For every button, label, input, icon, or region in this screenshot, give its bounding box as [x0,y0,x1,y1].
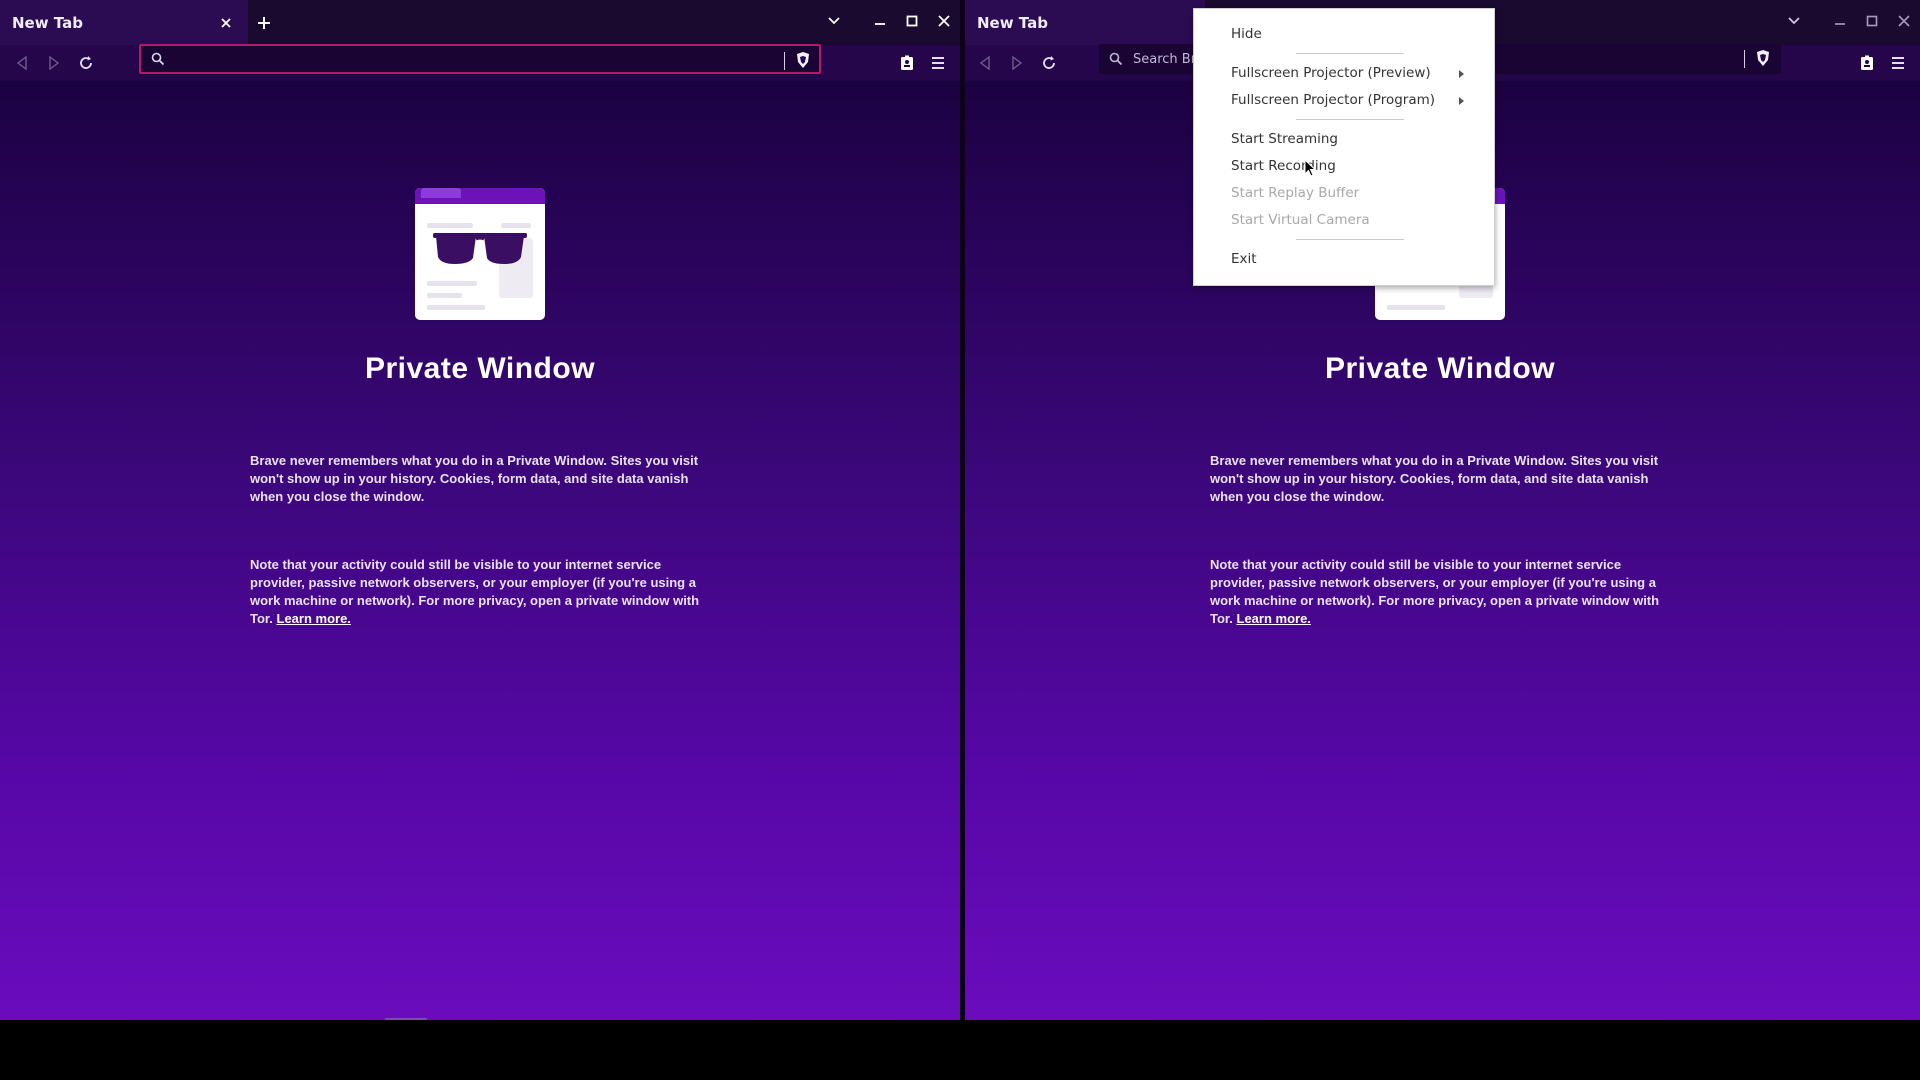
menu-item-projector-program[interactable]: Fullscreen Projector (Program) [1231,89,1435,111]
tab-new-tab[interactable]: New Tab [0,0,248,45]
close-window-icon[interactable] [932,8,956,34]
submenu-arrow-icon [1459,97,1464,105]
mouse-cursor-icon [1304,158,1317,181]
page-title: Private Window [364,352,596,385]
tab-title: New Tab [12,13,83,32]
tab-bar: New Tab [0,0,960,45]
menu-separator [1296,239,1404,240]
bottom-bar [0,1020,1920,1080]
maximize-icon[interactable] [900,8,924,34]
learn-more-link[interactable]: Learn more. [1237,611,1311,626]
menu-separator [1296,53,1404,54]
close-window-icon[interactable] [1892,8,1916,34]
learn-more-link[interactable]: Learn more. [277,611,351,626]
brave-shield-icon[interactable] [1755,49,1773,67]
privacy-paragraph: Brave never remembers what you do in a P… [1210,453,1659,504]
menu-item-start-streaming[interactable]: Start Streaming [1231,128,1338,150]
menu-icon[interactable] [1886,51,1910,75]
menu-separator [1296,119,1404,120]
wallet-icon[interactable] [895,51,919,75]
address-bar[interactable] [139,44,821,74]
menu-item-hide[interactable]: Hide [1231,23,1262,45]
close-icon[interactable] [216,13,236,33]
reload-icon[interactable] [74,51,98,75]
chevron-down-icon[interactable] [1782,8,1806,34]
plus-icon[interactable] [252,11,276,35]
reload-icon[interactable] [1037,51,1061,75]
menu-icon[interactable] [926,51,950,75]
menu-item-exit[interactable]: Exit [1231,248,1257,270]
tab-title: New Tab [977,13,1048,32]
menu-item-start-recording[interactable]: Start Recording [1231,155,1336,177]
maximize-icon[interactable] [1860,8,1884,34]
privacy-note-paragraph: Note that your activity could still be v… [250,556,710,628]
chevron-down-icon[interactable] [822,8,846,34]
incognito-glasses-icon [433,233,527,271]
page-title: Private Window [1324,352,1556,385]
browser-window-left: New Tab Private Window Brave never remem… [0,0,960,1020]
divider [1744,50,1745,68]
window-controls [822,8,956,34]
window-controls [1782,8,1916,34]
minimize-icon[interactable] [1828,8,1852,34]
forward-icon[interactable] [1005,51,1029,75]
privacy-paragraph: Brave never remembers what you do in a P… [250,453,699,504]
submenu-arrow-icon [1459,70,1464,78]
minimize-icon[interactable] [868,8,892,34]
menu-item-projector-preview[interactable]: Fullscreen Projector (Preview) [1231,62,1431,84]
privacy-note-paragraph: Note that your activity could still be v… [1210,556,1670,628]
private-window-illustration [415,188,545,320]
brave-shield-icon[interactable] [795,51,813,69]
tab-new-tab[interactable]: New Tab [965,0,1205,45]
wallet-icon[interactable] [1855,51,1879,75]
search-icon [1109,51,1125,67]
search-icon [151,51,167,67]
menu-item-start-virtual-camera: Start Virtual Camera [1231,212,1370,228]
menu-item-start-replay-buffer: Start Replay Buffer [1231,185,1360,201]
search-input[interactable]: Search Br [1133,52,1196,67]
forward-icon[interactable] [42,51,66,75]
back-icon[interactable] [973,51,997,75]
context-menu: Hide Fullscreen Projector (Preview) Full… [1193,8,1495,286]
back-icon[interactable] [10,51,34,75]
divider [784,52,785,70]
